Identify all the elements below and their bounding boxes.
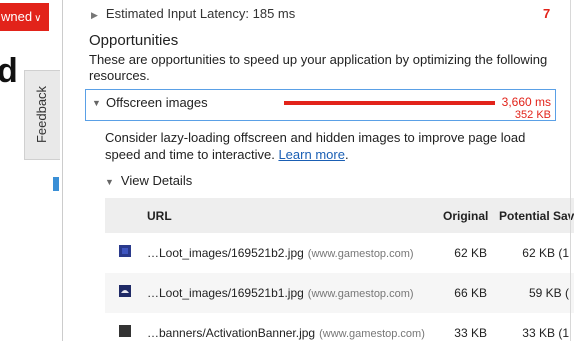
original-size: 66 KB — [454, 286, 487, 300]
latency-metric-row[interactable]: ▶ Estimated Input Latency: 185 ms — [91, 6, 295, 21]
image-thumbnail-icon — [119, 325, 131, 337]
opportunities-title: Opportunities — [89, 32, 179, 49]
details-table: URL Original Potential Sav …Loot_images/… — [105, 198, 574, 341]
site-blue-marker — [53, 177, 59, 191]
resource-url-path: …Loot_images/169521b1.jpg — [147, 286, 304, 300]
resource-url[interactable]: …Loot_images/169521b2.jpg (www.gamestop.c… — [147, 246, 414, 260]
view-details-toggle[interactable]: ▼ View Details — [105, 173, 192, 188]
table-row[interactable]: …banners/ActivationBanner.jpg (www.gamest… — [105, 313, 574, 341]
offscreen-savings-bar — [284, 101, 495, 105]
offscreen-size-savings: 352 KB — [514, 109, 551, 121]
original-size: 62 KB — [454, 246, 487, 260]
owned-nav-badge[interactable]: wned ∨ — [0, 3, 49, 31]
latency-metric-label: Estimated Input Latency: 185 ms — [105, 6, 296, 21]
column-header-savings: Potential Sav — [499, 209, 574, 223]
resource-url-path: …Loot_images/169521b2.jpg — [147, 246, 304, 260]
resource-url[interactable]: …banners/ActivationBanner.jpg (www.gamest… — [147, 326, 425, 340]
image-thumbnail-icon — [119, 245, 131, 257]
offscreen-images-audit[interactable]: ▼ Offscreen images 3,660 ms 352 KB — [85, 89, 556, 121]
feedback-tab-label-wrap[interactable]: Feedback — [27, 70, 57, 158]
feedback-tab-label: Feedback — [34, 85, 50, 143]
resource-domain: (www.gamestop.com) — [307, 248, 414, 260]
learn-more-link[interactable]: Learn more — [278, 147, 344, 162]
screenshot-frame: wned ∨ d Feedback ▶ Estimated Input Latenc… — [0, 0, 574, 341]
offscreen-help-text: Consider lazy-loading offscreen and hidd… — [105, 129, 561, 163]
offscreen-time-savings: 3,660 ms — [501, 95, 551, 109]
resource-domain: (www.gamestop.com) — [307, 288, 414, 300]
audit-panel: ▶ Estimated Input Latency: 185 ms 7 Oppor… — [63, 0, 574, 341]
collapse-triangle-icon: ▼ — [105, 177, 114, 187]
expand-triangle-icon: ▶ — [91, 10, 98, 20]
collapse-triangle-icon: ▼ — [92, 98, 101, 108]
background-website: wned ∨ d Feedback — [0, 0, 62, 341]
chevron-down-icon: ∨ — [34, 13, 42, 24]
potential-savings: 62 KB (1 — [522, 246, 569, 260]
original-size: 33 KB — [454, 326, 487, 340]
column-header-original: Original — [443, 209, 489, 223]
resource-url[interactable]: …Loot_images/169521b1.jpg (www.gamestop.c… — [147, 286, 414, 300]
offscreen-images-label: Offscreen images — [106, 95, 208, 110]
potential-savings: 59 KB ( — [528, 286, 569, 300]
owned-nav-label: wned — [1, 9, 33, 24]
latency-score: 7 — [543, 6, 551, 21]
opportunities-description: These are opportunities to speed up your… — [89, 52, 548, 83]
panel-scrollbar-edge[interactable] — [570, 0, 571, 341]
table-row[interactable]: …Loot_images/169521b2.jpg (www.gamestop.c… — [105, 233, 574, 273]
table-row[interactable]: …Loot_images/169521b1.jpg (www.gamestop.c… — [105, 273, 574, 313]
help-text-suffix: . — [344, 147, 349, 162]
resource-url-path: …banners/ActivationBanner.jpg — [147, 326, 316, 340]
potential-savings: 33 KB (1 — [522, 326, 569, 340]
view-details-label: View Details — [120, 173, 193, 188]
image-thumbnail-icon — [119, 285, 131, 297]
column-header-url: URL — [147, 209, 172, 223]
table-header: URL Original Potential Sav — [105, 198, 574, 233]
site-heading-fragment: d — [0, 52, 18, 90]
